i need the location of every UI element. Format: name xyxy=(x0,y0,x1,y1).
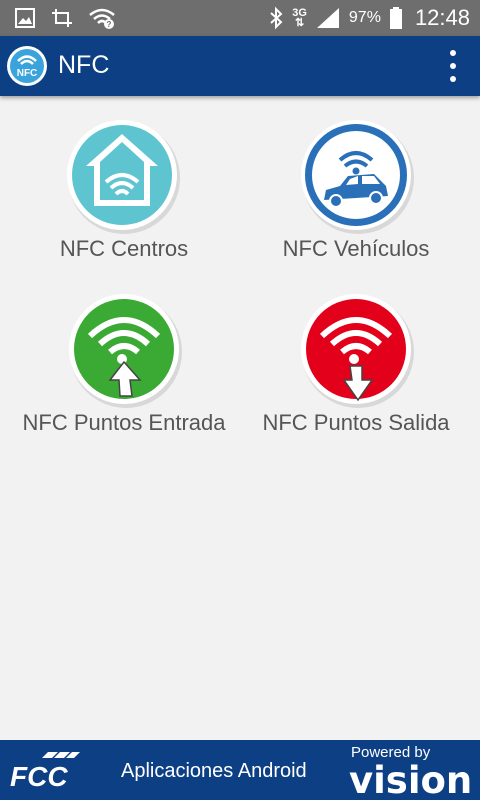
nfc-puntos-salida-button[interactable]: NFC Puntos Salida xyxy=(236,290,476,436)
app-bar: NFC NFC xyxy=(0,36,480,96)
status-bar: ? 3G ⇅ 97% 12:48 xyxy=(0,0,480,36)
nfc-logo-icon: NFC xyxy=(7,46,47,86)
nfc-puntos-entrada-label: NFC Puntos Entrada xyxy=(22,410,226,435)
app-title: NFC xyxy=(58,51,110,79)
clock: 12:48 xyxy=(414,5,470,30)
battery-icon xyxy=(389,7,402,29)
entry-nfc-icon xyxy=(69,294,182,408)
vision-logo: vision xyxy=(349,759,473,800)
image-icon xyxy=(15,8,35,28)
screenshot-icon xyxy=(52,9,72,27)
nfc-puntos-salida-label: NFC Puntos Salida xyxy=(262,410,450,435)
network-type: 3G ⇅ xyxy=(292,7,307,29)
battery-percent: 97% xyxy=(348,9,381,26)
overflow-menu-icon[interactable] xyxy=(446,50,460,82)
house-nfc-icon xyxy=(67,120,180,234)
svg-text:NFC: NFC xyxy=(17,68,38,79)
footer-text: Aplicaciones Android xyxy=(121,760,307,782)
car-nfc-icon xyxy=(301,120,414,234)
status-right-icons: 3G ⇅ 97% 12:48 xyxy=(268,0,470,36)
svg-text:FCC: FCC xyxy=(10,761,68,792)
nfc-centros-label: NFC Centros xyxy=(59,236,189,261)
wifi-question-icon: ? xyxy=(89,8,115,29)
status-left-icons: ? xyxy=(14,6,116,30)
bluetooth-icon xyxy=(270,6,283,30)
nfc-vehiculos-label: NFC Vehículos xyxy=(282,236,430,261)
footer-bar: FCC Aplicaciones Android Powered by visi… xyxy=(0,740,480,800)
exit-nfc-icon xyxy=(301,294,414,408)
nfc-centros-button[interactable]: NFC Centros xyxy=(4,116,244,262)
svg-text:?: ? xyxy=(107,20,112,29)
fcc-logo: FCC xyxy=(10,752,80,792)
nfc-vehiculos-button[interactable]: NFC Vehículos xyxy=(236,116,476,262)
nfc-puntos-entrada-button[interactable]: NFC Puntos Entrada xyxy=(4,290,244,436)
signal-icon xyxy=(316,8,339,28)
